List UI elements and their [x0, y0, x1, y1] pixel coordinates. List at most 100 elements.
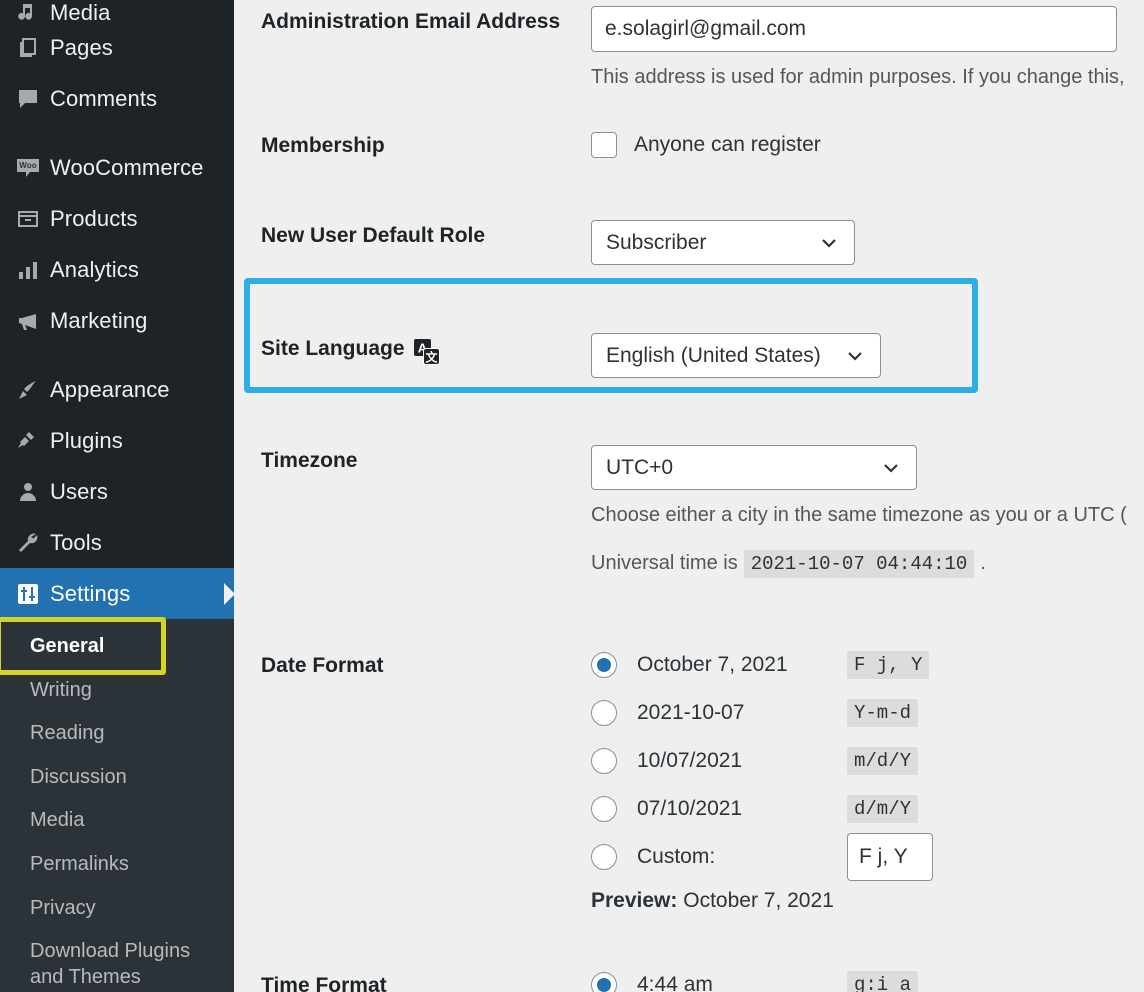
- submenu-item-privacy[interactable]: Privacy: [0, 887, 234, 931]
- date-format-option[interactable]: October 7, 2021 F j, Y: [591, 641, 1144, 689]
- date-format-code: m/d/Y: [847, 747, 919, 775]
- svg-text:文: 文: [425, 350, 438, 365]
- admin-email-input[interactable]: e.solagirl@gmail.com: [591, 6, 1117, 52]
- wordpress-admin-screen: Media Pages Comments Woo WooCommerce Pro…: [0, 0, 1144, 992]
- date-format-custom-label: Custom:: [637, 845, 716, 868]
- timezone-description: Choose either a city in the same timezon…: [591, 504, 1127, 526]
- default-role-field-group: Subscriber: [591, 220, 1144, 265]
- time-format-radio[interactable]: [591, 972, 617, 992]
- site-language-label-text: Site Language: [261, 337, 405, 360]
- sidebar-item-label: Media: [50, 0, 111, 22]
- date-format-option[interactable]: 10/07/2021 m/d/Y: [591, 737, 1144, 785]
- users-icon: [6, 480, 50, 504]
- date-format-preview-value: October 7, 2021: [683, 889, 834, 912]
- sidebar-item-label: Marketing: [50, 307, 148, 333]
- membership-label: Membership: [261, 134, 385, 157]
- sidebar-item-label: Plugins: [50, 427, 123, 453]
- site-language-label: Site Language A 文: [261, 333, 591, 378]
- date-format-code: F j, Y: [847, 651, 930, 679]
- sidebar-item-woocommerce[interactable]: Woo WooCommerce: [0, 142, 234, 193]
- analytics-icon: [6, 258, 50, 282]
- timezone-select[interactable]: UTC+0: [591, 445, 917, 490]
- membership-field-group: Anyone can register: [591, 130, 1144, 158]
- sidebar-item-label: Comments: [50, 85, 158, 111]
- default-role-select[interactable]: Subscriber: [591, 220, 855, 265]
- date-format-label: Date Format: [261, 654, 384, 677]
- submenu-item-general[interactable]: General: [0, 625, 234, 669]
- submenu-item-writing[interactable]: Writing: [0, 669, 234, 713]
- universal-time-line: Universal time is 2021-10-07 04:44:10 .: [591, 550, 1144, 578]
- membership-row: Membership Anyone can register: [261, 130, 1144, 158]
- sidebar-item-media[interactable]: Media: [0, 0, 234, 22]
- time-format-option-label: 4:44 am: [637, 973, 713, 992]
- date-format-radio[interactable]: [591, 748, 617, 774]
- date-format-code: Y-m-d: [847, 699, 919, 727]
- date-format-option-label: October 7, 2021: [637, 653, 788, 676]
- submenu-item-reading[interactable]: Reading: [0, 712, 234, 756]
- sidebar-item-label: Settings: [50, 580, 131, 606]
- date-format-radio[interactable]: [591, 652, 617, 678]
- sidebar-item-users[interactable]: Users: [0, 466, 234, 517]
- submenu-item-permalinks[interactable]: Permalinks: [0, 843, 234, 887]
- anyone-can-register-label: Anyone can register: [634, 133, 821, 156]
- products-icon: [6, 207, 50, 231]
- sidebar-item-label: Analytics: [50, 256, 139, 282]
- time-format-options: 4:44 am g:i a 4:44 AM g:i A: [591, 961, 1144, 992]
- submenu-item-media[interactable]: Media: [0, 799, 234, 843]
- default-role-value: Subscriber: [606, 230, 707, 254]
- anyone-can-register-checkbox[interactable]: [591, 132, 617, 158]
- sidebar-item-settings[interactable]: Settings: [0, 568, 235, 619]
- date-format-radio[interactable]: [591, 796, 617, 822]
- woocommerce-icon: Woo: [6, 155, 50, 181]
- sidebar-item-pages[interactable]: Pages: [0, 22, 234, 73]
- date-format-option-label: 2021-10-07: [637, 701, 745, 724]
- date-format-custom-option[interactable]: Custom: F j, Y: [591, 833, 1144, 881]
- site-language-select[interactable]: English (United States): [591, 333, 881, 378]
- settings-icon: [6, 582, 50, 606]
- sidebar-item-plugins[interactable]: Plugins: [0, 415, 234, 466]
- date-format-preview-label: Preview:: [591, 889, 678, 912]
- date-format-code: d/m/Y: [847, 795, 919, 823]
- date-format-radio[interactable]: [591, 700, 617, 726]
- default-role-label: New User Default Role: [261, 224, 486, 247]
- site-language-value: English (United States): [606, 343, 821, 367]
- tools-icon: [6, 531, 50, 555]
- menu-separator-2: [0, 346, 234, 364]
- admin-email-description: This address is used for admin purposes.…: [591, 66, 1125, 88]
- menu-separator-1: [0, 124, 234, 142]
- sidebar-item-products[interactable]: Products: [0, 193, 234, 244]
- sidebar-item-analytics[interactable]: Analytics: [0, 244, 234, 295]
- settings-submenu: General Writing Reading Discussion Media…: [0, 619, 234, 992]
- date-format-options: October 7, 2021 F j, Y 2021-10-07 Y-m-d …: [591, 641, 1144, 913]
- sidebar-item-marketing[interactable]: Marketing: [0, 295, 234, 346]
- date-format-option[interactable]: 2021-10-07 Y-m-d: [591, 689, 1144, 737]
- time-format-option[interactable]: 4:44 am g:i a: [591, 961, 1144, 992]
- submenu-item-download-plugins-and-themes[interactable]: Download Plugins and Themes: [0, 930, 200, 992]
- sidebar-item-comments[interactable]: Comments: [0, 73, 234, 124]
- date-format-row: Date Format October 7, 2021 F j, Y 2021-…: [261, 641, 1144, 913]
- universal-time-prefix: Universal time is: [591, 552, 738, 574]
- sidebar-item-label: WooCommerce: [50, 154, 204, 180]
- sidebar-item-label: Tools: [50, 529, 102, 555]
- site-language-field-group: English (United States): [591, 333, 1144, 378]
- plugins-icon: [6, 429, 50, 453]
- time-format-code: g:i a: [847, 971, 919, 992]
- admin-sidebar: Media Pages Comments Woo WooCommerce Pro…: [0, 0, 235, 992]
- chevron-down-icon: [845, 346, 865, 366]
- media-icon: [6, 0, 50, 22]
- sidebar-item-tools[interactable]: Tools: [0, 517, 234, 568]
- admin-email-label: Administration Email Address: [261, 10, 561, 33]
- timezone-row: Timezone UTC+0 Choose either a city in t…: [261, 445, 1144, 578]
- sidebar-item-appearance[interactable]: Appearance: [0, 364, 234, 415]
- comments-icon: [6, 87, 50, 111]
- date-format-custom-radio[interactable]: [591, 844, 617, 870]
- settings-content: Administration Email Address e.solagirl@…: [234, 0, 1144, 992]
- timezone-value: UTC+0: [606, 455, 674, 479]
- date-format-option[interactable]: 07/10/2021 d/m/Y: [591, 785, 1144, 833]
- universal-time-suffix: .: [980, 552, 986, 574]
- date-format-custom-input[interactable]: F j, Y: [847, 833, 933, 881]
- svg-text:Woo: Woo: [19, 161, 36, 170]
- site-language-row: Site Language A 文 English (United States…: [261, 333, 1144, 378]
- submenu-item-discussion[interactable]: Discussion: [0, 756, 234, 800]
- admin-email-row: Administration Email Address e.solagirl@…: [261, 0, 1144, 89]
